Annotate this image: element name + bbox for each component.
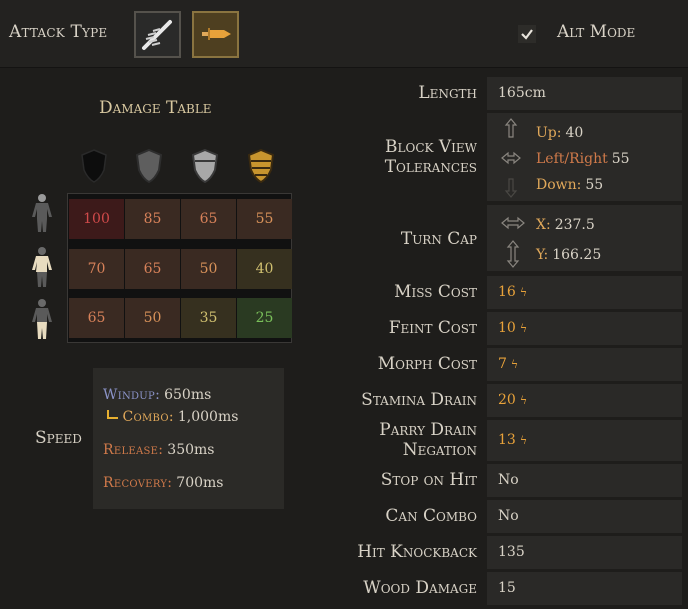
combo-branch-icon [107,410,118,419]
block-direction-icon [501,118,521,198]
hit-knockback-label: Hit Knockback [357,542,477,562]
damage-cell-head-none: 100 [69,199,124,239]
speed-label: Speed [35,428,82,448]
torso-icon [32,247,52,287]
stop-on-hit-label: Stop on Hit [380,470,477,490]
damage-cell-head-medium: 65 [181,199,236,239]
windup-value: 650ms [164,387,212,403]
block-down-value: 55 [585,177,604,193]
damage-cell-legs-light: 50 [125,298,180,338]
parry-drain-value: 13 ϟ [487,420,682,461]
wood-damage-value: 15 [487,572,682,605]
turn-y-row: Y: 166.25 [536,245,601,265]
attack-type-label: Attack Type [9,22,108,42]
block-view-label-line1: Block View [385,137,477,157]
recovery-key: Recovery: [103,475,173,491]
turn-cap-values: X: 237.5 Y: 166.25 [487,205,682,271]
release-key: Release: [103,442,164,458]
damage-cell-legs-medium: 35 [181,298,236,338]
stamina-bolt-icon: ϟ [519,286,528,299]
release-value: 350ms [167,442,215,458]
can-combo-label: Can Combo [385,506,477,526]
turn-direction-icon [501,216,525,268]
block-up-key: Up: [536,125,562,141]
turn-x-value: 237.5 [554,217,595,233]
medium-armor-icon [191,148,219,184]
turn-x-row: X: 237.5 [536,215,595,235]
miss-cost-label: Miss Cost [394,282,477,302]
windup-row: Windup: 650ms [103,387,211,403]
feint-cost-label: Feint Cost [388,318,477,338]
stamina-bolt-icon: ϟ [519,322,528,335]
stamina-drain-number: 20 [498,392,516,408]
block-up-value: 40 [565,125,584,141]
legs-icon [32,299,52,339]
miss-cost-value: 16 ϟ [487,276,682,309]
stamina-drain-value: 20 ϟ [487,384,682,417]
light-armor-icon [135,148,163,184]
turn-y-value: 166.25 [552,247,602,263]
release-row: Release: 350ms [103,442,214,458]
morph-cost-number: 7 [498,356,507,372]
parry-drain-label-line1: Parry Drain [379,420,477,440]
stamina-bolt-icon: ϟ [519,434,528,447]
stamina-bolt-icon: ϟ [510,358,519,371]
damage-table-grid: 100 85 65 55 70 65 50 40 65 50 35 25 [67,193,292,343]
turn-y-key: Y: [536,247,549,263]
damage-cell-legs-none: 65 [69,298,124,338]
slash-icon [142,20,172,50]
combo-key: Combo: [122,409,174,425]
damage-cell-torso-medium: 50 [181,249,236,289]
block-down-row: Down: 55 [536,175,603,195]
stab-icon [202,28,231,40]
stab-attack-button[interactable] [192,11,239,58]
can-combo-value: No [487,500,682,533]
feint-cost-number: 10 [498,320,516,336]
damage-table-title: Damage Table [99,98,212,118]
combo-row: Combo: 1,000ms [107,409,238,425]
checkmark-icon [521,29,533,40]
heavy-armor-icon [247,148,275,184]
feint-cost-value: 10 ϟ [487,312,682,345]
block-lr-row: Left/Right 55 [536,149,630,169]
morph-cost-value: 7ϟ [487,348,682,381]
miss-cost-number: 16 [498,284,516,300]
alt-mode-label: Alt Mode [557,22,636,42]
slash-attack-button[interactable] [134,11,181,58]
block-lr-key: Left/Right [536,151,608,167]
combo-value: 1,000ms [177,409,239,425]
parry-drain-number: 13 [498,432,516,448]
recovery-value: 700ms [176,475,224,491]
windup-key: Windup: [103,387,161,403]
turn-x-key: X: [536,217,551,233]
parry-drain-label: Parry Drain Negation [277,420,477,460]
alt-mode-checkbox[interactable] [518,25,536,43]
block-view-values: Up: 40 Left/Right 55 Down: 55 [487,113,682,201]
speed-box: Windup: 650ms Combo: 1,000ms Release: 350ms… [93,368,284,509]
wood-damage-label: Wood Damage [363,578,477,598]
block-down-key: Down: [536,177,582,193]
damage-cell-torso-none: 70 [69,249,124,289]
block-view-label-line2: Tolerances [384,157,477,177]
top-bar: Attack Type Alt Mode [0,0,688,68]
damage-cell-head-light: 85 [125,199,180,239]
length-value: 165cm [487,77,682,110]
damage-cell-torso-light: 65 [125,249,180,289]
hit-knockback-value: 135 [487,536,682,569]
stop-on-hit-value: No [487,464,682,497]
stamina-drain-label: Stamina Drain [361,390,477,410]
length-label: Length [418,83,477,103]
block-up-row: Up: 40 [536,123,583,143]
stamina-bolt-icon: ϟ [519,394,528,407]
recovery-row: Recovery: 700ms [103,475,223,491]
morph-cost-label: Morph Cost [377,354,477,374]
head-icon [32,194,52,232]
block-view-label: Block View Tolerances [277,137,477,177]
none-armor-icon [81,149,107,183]
turn-cap-label: Turn Cap [400,229,477,249]
block-lr-value: 55 [611,151,630,167]
parry-drain-label-line2: Negation [402,440,477,460]
